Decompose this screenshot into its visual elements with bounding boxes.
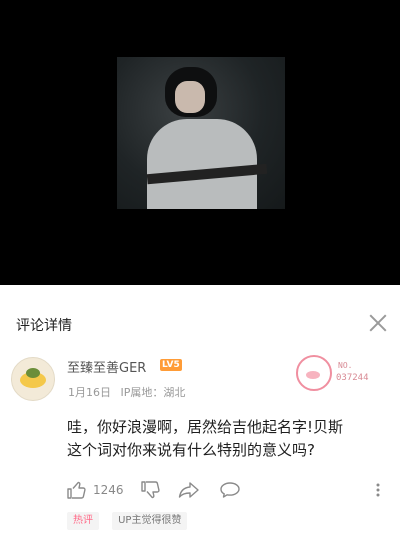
ip-location: IP属地：湖北	[120, 386, 186, 399]
share-icon	[178, 482, 199, 498]
badge-no-label: NO.	[338, 361, 353, 370]
comment-tags: 热评 UP主觉得很赞	[67, 512, 195, 532]
fan-badge: NO. 037244	[296, 355, 376, 391]
comment-detail-panel: 评论详情 至臻至善GER LV5 1月16日 IP属地：湖北 NO. 03724…	[0, 293, 400, 535]
comment-date: 1月16日	[68, 386, 111, 399]
username[interactable]: 至臻至善GER	[67, 357, 146, 376]
comment-text: 哇，你好浪漫啊，居然给吉他起名字!贝斯 这个词对你来说有什么特别的意义吗?	[67, 416, 387, 462]
avatar[interactable]	[11, 357, 55, 401]
comment-text-line: 哇，你好浪漫啊，居然给吉他起名字!贝斯	[67, 418, 344, 436]
comment-meta: 1月16日 IP属地：湖北	[68, 384, 191, 400]
dislike-button[interactable]	[141, 480, 161, 500]
badge-number: 037244	[336, 373, 369, 383]
hot-comment-tag: 热评	[67, 512, 99, 530]
comment-text-line: 这个词对你来说有什么特别的意义吗?	[67, 441, 315, 459]
comment-bubble-icon	[220, 482, 240, 498]
reply-button[interactable]	[219, 480, 241, 500]
more-vertical-icon	[376, 483, 380, 497]
comment-actions: 1246	[67, 480, 387, 500]
video-player[interactable]	[0, 0, 400, 285]
share-button[interactable]	[178, 480, 200, 500]
level-badge: LV5	[160, 359, 182, 371]
pig-icon	[296, 355, 332, 391]
panel-title: 评论详情	[16, 318, 72, 334]
video-frame-image	[117, 57, 285, 209]
thumbs-down-icon	[141, 481, 160, 499]
more-button[interactable]	[375, 480, 381, 500]
close-icon[interactable]	[368, 313, 388, 333]
like-count: 1246	[93, 483, 124, 497]
thumbs-up-icon	[67, 481, 86, 499]
like-button[interactable]: 1246	[67, 480, 124, 500]
up-liked-tag: UP主觉得很赞	[112, 512, 188, 530]
